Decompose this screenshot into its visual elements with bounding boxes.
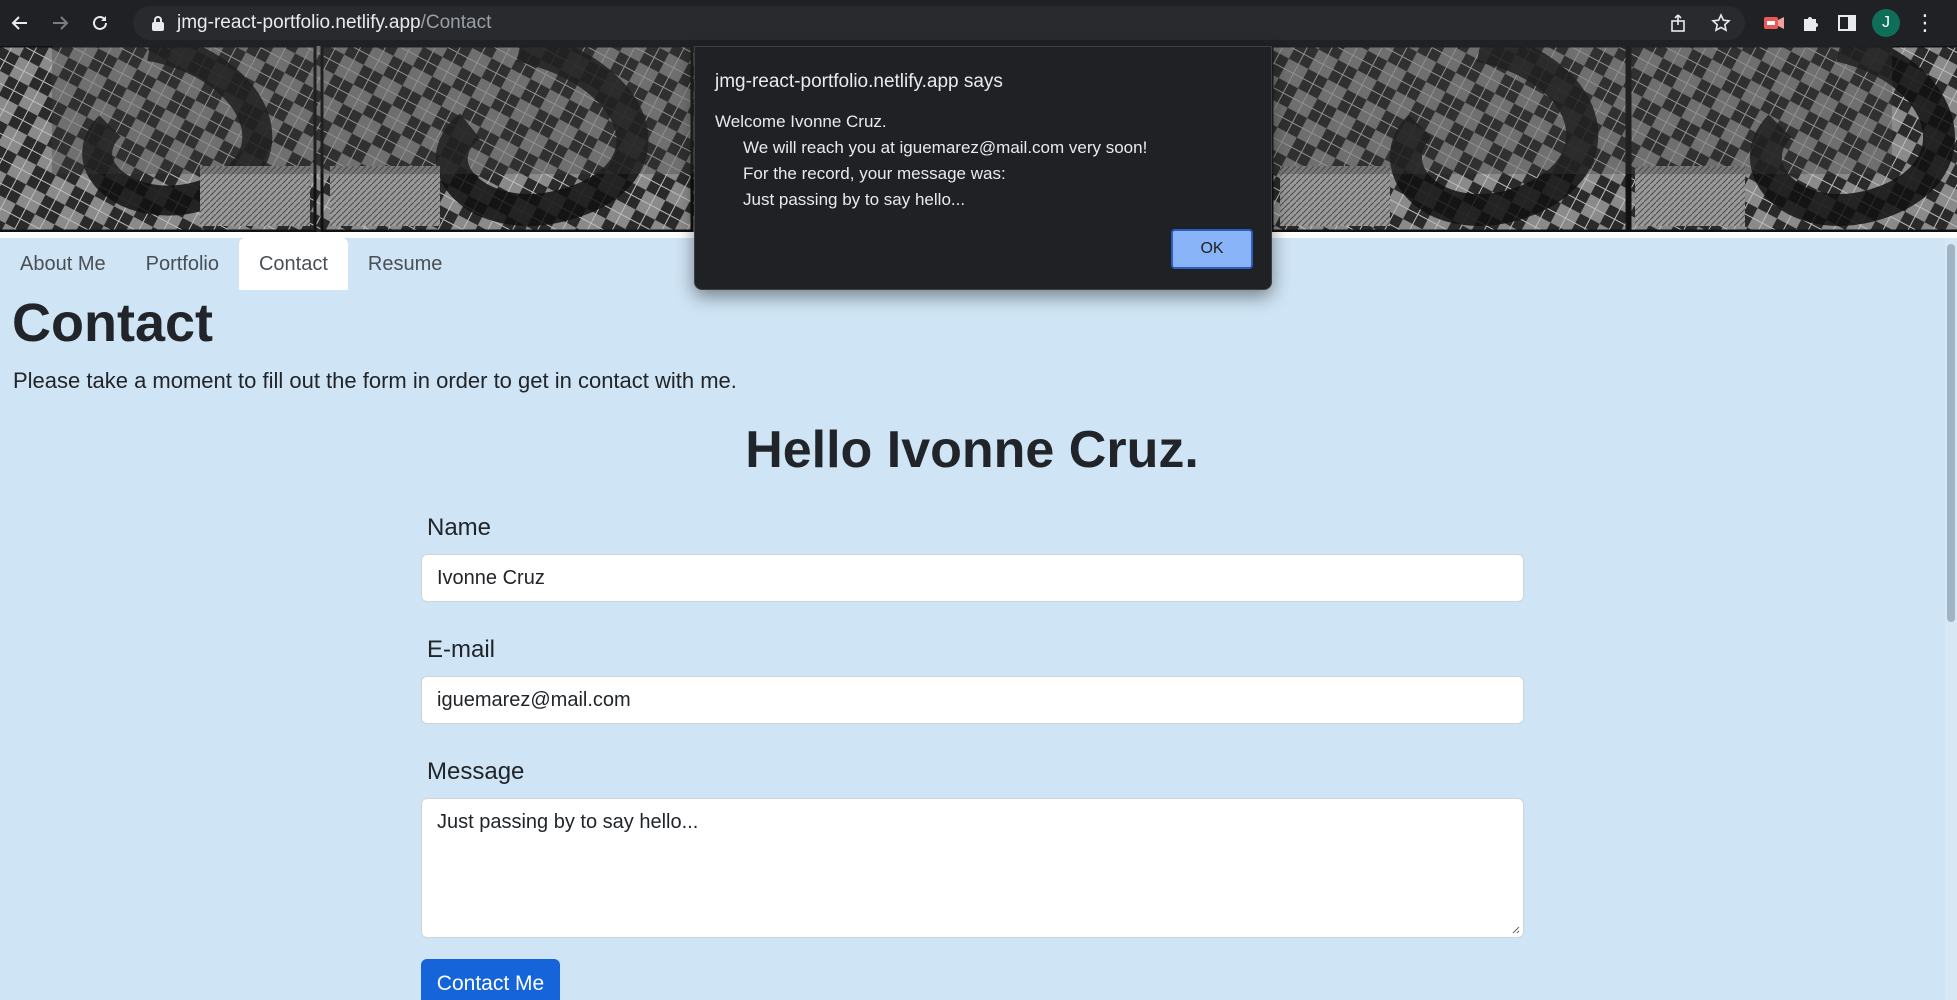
browser-toolbar: jmg-react-portfolio.netlify.app/Contact … [0,0,1957,46]
url-host: jmg-react-portfolio.netlify.app [177,12,421,33]
email-input[interactable]: iguemarez@mail.com [421,676,1524,724]
extension-icon[interactable] [1762,13,1786,33]
url-text: jmg-react-portfolio.netlify.app/Contact [177,12,491,34]
tab-contact[interactable]: Contact [238,238,348,290]
resize-grip-icon[interactable] [1510,924,1520,934]
contact-me-button[interactable]: Contact Me [421,959,560,1000]
side-panel-icon[interactable] [1836,12,1858,34]
dialog-line-1: Welcome Ivonne Cruz. [715,112,887,131]
message-text: Just passing by to say hello... [437,811,699,833]
nav-tabs: About Me Portfolio Contact Resume [0,238,462,290]
address-bar[interactable]: jmg-react-portfolio.netlify.app/Contact [133,6,1745,40]
puzzle-icon[interactable] [1800,12,1822,34]
name-input[interactable]: Ivonne Cruz [421,554,1524,602]
ok-button[interactable]: OK [1171,229,1253,269]
profile-avatar[interactable]: J [1872,9,1900,37]
greeting-heading: Hello Ivonne Cruz. [745,421,1199,479]
name-label: Name [427,514,492,541]
tab-about-me[interactable]: About Me [0,238,126,290]
url-path: /Contact [420,12,492,33]
intro-text: Please take a moment to fill out the for… [13,368,737,393]
email-label: E-mail [427,636,496,663]
back-arrow-icon [11,16,27,30]
forward-arrow-icon [53,16,69,30]
reload-button[interactable] [80,3,120,43]
star-icon[interactable] [1711,13,1731,33]
tab-resume[interactable]: Resume [348,238,462,290]
scrollbar-thumb[interactable] [1947,244,1955,622]
forward-button[interactable] [40,3,80,43]
menu-icon[interactable]: ⋮ [1914,12,1936,34]
back-button[interactable] [0,3,40,43]
tab-portfolio[interactable]: Portfolio [126,238,239,290]
dialog-message: Welcome Ivonne Cruz. We will reach you a… [715,109,1147,213]
page-title: Contact [12,293,213,353]
dialog-title: jmg-react-portfolio.netlify.app says [715,71,1003,92]
dialog-line-4: Just passing by to say hello... [743,190,966,209]
message-textarea[interactable]: Just passing by to say hello... [421,798,1524,938]
message-label: Message [427,758,525,785]
share-icon[interactable] [1669,13,1689,33]
dialog-line-2: We will reach you at iguemarez@mail.com … [743,138,1148,157]
reload-icon [93,15,107,30]
dialog-line-3: For the record, your message was: [743,164,1006,183]
contact-form: Name Ivonne Cruz E-mail iguemarez@mail.c… [421,510,1524,1000]
lock-icon[interactable] [147,12,169,34]
page-scrollbar[interactable] [1945,238,1957,1000]
alert-dialog: jmg-react-portfolio.netlify.app says Wel… [694,46,1272,290]
